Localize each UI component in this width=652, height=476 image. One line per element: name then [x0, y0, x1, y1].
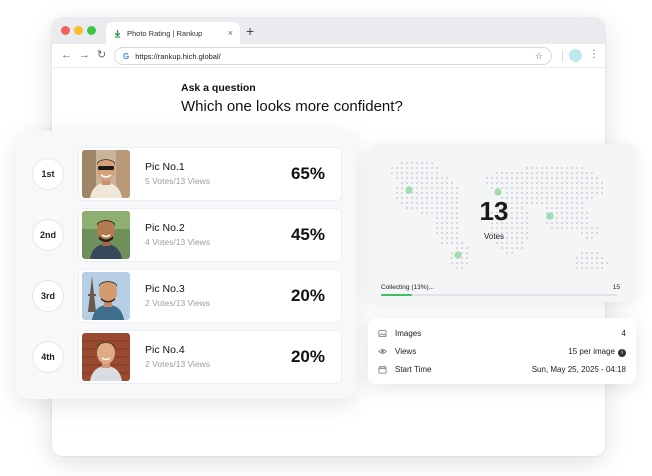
ranking-row: 3rd Pic No.3 2 Votes/13 Views 20%	[16, 269, 356, 323]
pic-percent: 45%	[290, 225, 325, 244]
start-time-value: Sun, May 25, 2025 - 04:18	[531, 365, 626, 374]
url-text: https://rankup.hich.global/	[135, 51, 221, 61]
images-value: 4	[621, 329, 626, 338]
close-window-button[interactable]	[61, 26, 70, 35]
back-arrow-icon[interactable]: ←	[61, 48, 72, 62]
pic-stats: 2 Votes/13 Views	[145, 298, 211, 308]
pic-percent: 20%	[290, 286, 325, 305]
bookmark-star-icon[interactable]: ☆	[535, 51, 543, 62]
views-value: 15 per image	[568, 347, 615, 356]
collecting-target: 15	[612, 284, 620, 291]
tab-photo-rating[interactable]: Photo Rating | Rankup ×	[106, 22, 240, 44]
eye-icon	[378, 347, 387, 356]
votes-label: Votes	[483, 232, 504, 241]
views-label: Views	[395, 347, 417, 356]
maximize-window-button[interactable]	[87, 26, 96, 35]
photo-thumbnail	[82, 333, 130, 381]
rank-badge: 4th	[32, 341, 64, 373]
toolbar-divider	[562, 50, 563, 62]
collecting-status: Collecting (13%)...	[381, 284, 435, 291]
kebab-menu-icon[interactable]: ⋮	[589, 48, 599, 62]
question-label: Ask a question	[181, 82, 256, 94]
start-time-label: Start Time	[395, 365, 432, 374]
views-value-wrap: 15 per image i	[568, 347, 626, 357]
ranking-row: 1st Pic No.1 5 Votes/13 Views 65%	[16, 147, 356, 201]
reload-icon[interactable]: ↻	[97, 48, 106, 62]
url-input[interactable]: G https://rankup.hich.global/ ☆	[114, 47, 552, 65]
info-icon[interactable]: i	[618, 349, 626, 357]
info-row-start-time: Start Time Sun, May 25, 2025 - 04:18	[368, 362, 636, 380]
pic-name: Pic No.1	[145, 161, 185, 173]
pic-stats: 2 Votes/13 Views	[145, 359, 211, 369]
vote-location-marker	[454, 251, 462, 259]
ranking-row: 4th Pic No.4 2 Votes/13 Views 20%	[16, 330, 356, 384]
pic-name: Pic No.3	[145, 283, 185, 295]
images-label: Images	[395, 329, 422, 338]
pic-percent: 65%	[290, 164, 325, 183]
votes-map-card: 13 Votes Collecting (13%)... 15	[368, 144, 636, 302]
ranking-card: 1st Pic No.1 5 Votes/13 Views 65% 2nd Pi…	[16, 131, 356, 399]
ranking-item[interactable]: Pic No.3 2 Votes/13 Views 20%	[78, 269, 342, 323]
info-row-views: Views 15 per image i	[368, 344, 636, 362]
tab-close-icon[interactable]: ×	[228, 28, 233, 38]
photo-thumbnail	[82, 211, 130, 259]
poll-info-card: Images 4 Views 15 per image i Start Time …	[368, 318, 636, 384]
vote-location-marker	[494, 188, 502, 196]
pic-stats: 5 Votes/13 Views	[145, 176, 211, 186]
vote-location-marker	[405, 186, 413, 194]
pic-name: Pic No.2	[145, 222, 185, 234]
pic-stats: 4 Votes/13 Views	[145, 237, 211, 247]
forward-arrow-icon[interactable]: →	[79, 48, 90, 62]
address-bar: ← → ↻ G https://rankup.hich.global/ ☆ ⋮	[52, 44, 605, 68]
new-tab-button[interactable]: +	[246, 22, 254, 40]
ranking-item[interactable]: Pic No.2 4 Votes/13 Views 45%	[78, 208, 342, 262]
ranking-item[interactable]: Pic No.1 5 Votes/13 Views 65%	[78, 147, 342, 201]
google-g-icon: G	[123, 51, 130, 61]
photo-thumbnail	[82, 272, 130, 320]
collecting-progress-fill	[381, 294, 412, 296]
info-row-images: Images 4	[368, 326, 636, 344]
pic-name: Pic No.4	[145, 344, 185, 356]
minimize-window-button[interactable]	[74, 26, 83, 35]
rank-badge: 3rd	[32, 280, 64, 312]
tab-bar: Photo Rating | Rankup × +	[52, 18, 605, 44]
pic-percent: 20%	[290, 347, 325, 366]
votes-count: 13	[479, 196, 509, 226]
collecting-progress-bar	[381, 294, 617, 296]
rank-badge: 2nd	[32, 219, 64, 251]
calendar-icon	[378, 365, 387, 374]
profile-avatar[interactable]	[569, 49, 582, 62]
rank-badge: 1st	[32, 158, 64, 190]
ranking-item[interactable]: Pic No.4 2 Votes/13 Views 20%	[78, 330, 342, 384]
photo-thumbnail	[82, 150, 130, 198]
ranking-row: 2nd Pic No.2 4 Votes/13 Views 45%	[16, 208, 356, 262]
image-icon	[378, 329, 387, 338]
question-text: Which one looks more confident?	[181, 98, 403, 115]
download-arrow-icon	[113, 29, 122, 38]
tab-title: Photo Rating | Rankup	[127, 28, 203, 38]
